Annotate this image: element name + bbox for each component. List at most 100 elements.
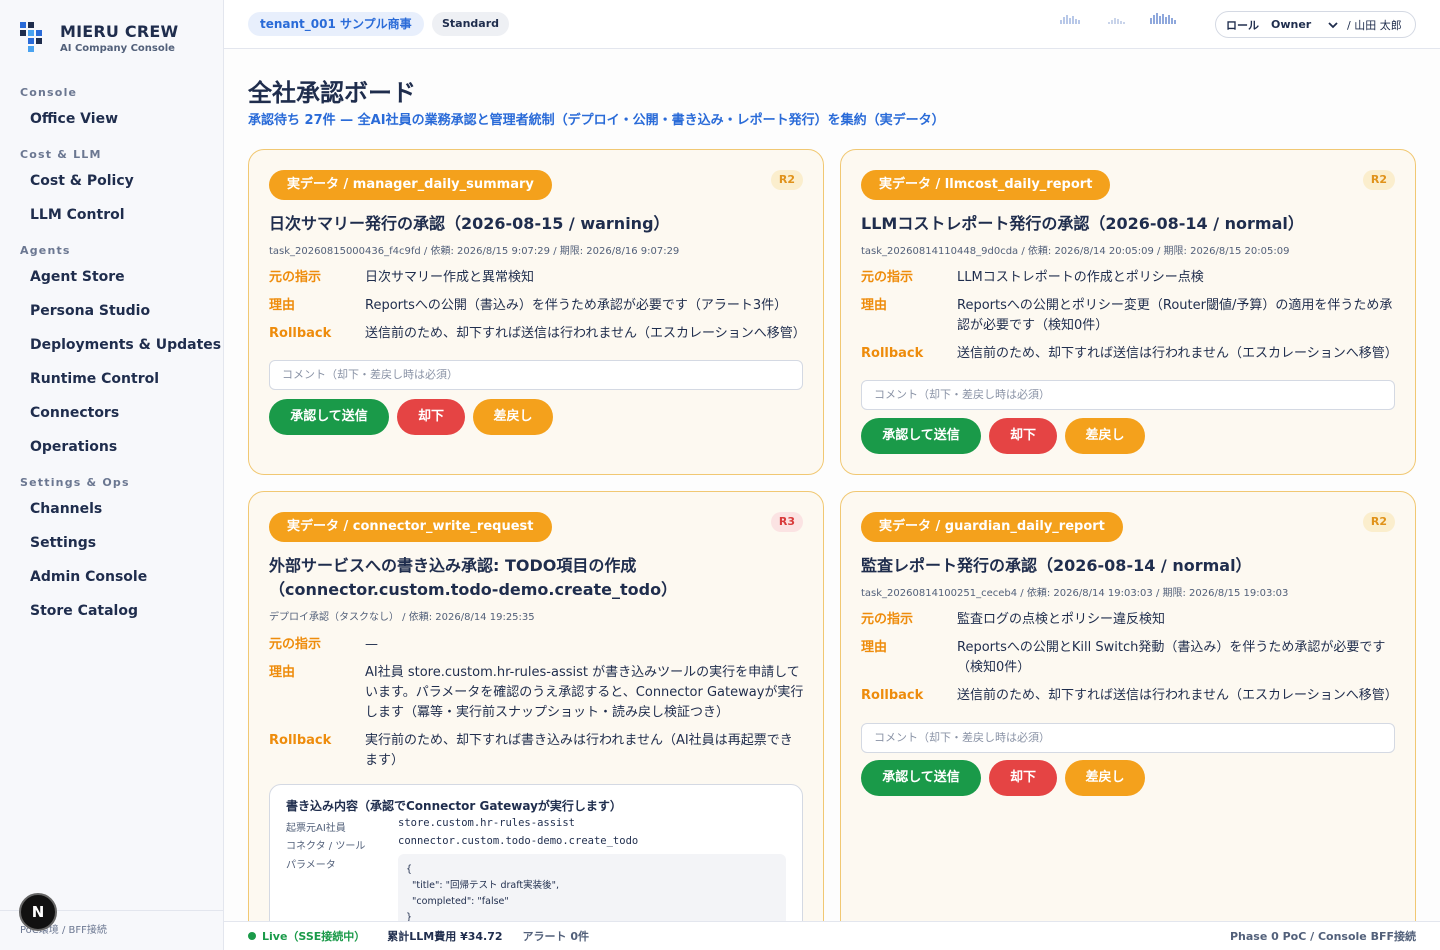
rollback-value: 実行前のため、却下すれば書き込みは行われません（AI社員は再起票できます） — [365, 733, 793, 768]
comment-input[interactable]: コメント（却下・差戻し時は必須） — [269, 360, 803, 390]
sidebar-item-cost-policy[interactable]: Cost & Policy — [0, 164, 223, 198]
card-title: 外部サービスへの書き込み承認: TODO項目の作成（connector.cust… — [269, 556, 678, 599]
return-button[interactable]: 差戻し — [1065, 760, 1145, 796]
sidebar-item-admin-console[interactable]: Admin Console — [0, 560, 223, 594]
instruction-value: — — [365, 637, 378, 652]
instruction-label: 元の指示 — [861, 270, 914, 285]
write-request-title: 書き込み内容（承認でConnector Gatewayが実行します） — [286, 799, 622, 813]
agent-value: store.custom.hr-rules-assist — [398, 817, 576, 829]
approve-button[interactable]: 承認して送信 — [861, 418, 981, 454]
live-status-dot-icon — [248, 932, 256, 940]
reject-button[interactable]: 却下 — [989, 418, 1057, 454]
sidebar-item-runtime-control[interactable]: Runtime Control — [0, 362, 223, 396]
return-button[interactable]: 差戻し — [473, 399, 553, 435]
card-details: 元の指示 日次サマリー作成と異常検知 理由 Reportsへの公開（書込み）を伴うた… — [269, 268, 806, 352]
reason-label: 理由 — [861, 640, 888, 655]
page-title: 全社承認ボード — [248, 79, 416, 107]
sidebar-item-persona-studio[interactable]: Persona Studio — [0, 294, 223, 328]
role-selector[interactable]: ロール Owner / 山田 太郎 — [1215, 11, 1416, 38]
reason-label: 理由 — [269, 298, 296, 313]
sidebar-item-operations[interactable]: Operations — [0, 430, 223, 464]
sidebar-item-channels[interactable]: Channels — [0, 492, 223, 526]
live-status: Live（SSE接続中） — [262, 930, 366, 943]
sidebar-item-agent-store[interactable]: Agent Store — [0, 260, 223, 294]
risk-badge: R3 — [770, 512, 803, 532]
card-meta: task_20260814110448_9d0cda / 依頼: 2026/8/… — [861, 246, 1290, 257]
sidebar-item-settings[interactable]: Settings — [0, 526, 223, 560]
brand-logo-icon — [20, 22, 42, 52]
reason-label: 理由 — [861, 298, 888, 313]
reject-button[interactable]: 却下 — [397, 399, 465, 435]
approve-button[interactable]: 承認して送信 — [861, 760, 981, 796]
card-actions: 承認して送信 却下 差戻し — [861, 760, 1153, 796]
instruction-label: 元の指示 — [269, 270, 322, 285]
sidebar-item-deployments-updates[interactable]: Deployments & Updates — [0, 328, 223, 362]
agent-label: 起票元AI社員 — [286, 823, 346, 834]
sidebar-item-store-catalog[interactable]: Store Catalog — [0, 594, 223, 628]
top-header: tenant_001 サンプル商事 Standard ロール Owner / 山… — [224, 0, 1440, 49]
chevron-down-icon[interactable] — [1327, 19, 1341, 31]
rollback-value: 送信前のため、却下すれば送信は行われません（エスカレーションへ移管） — [957, 346, 1398, 361]
activity-sparkline-icon — [1060, 15, 1080, 24]
instruction-value: 日次サマリー作成と異常検知 — [365, 270, 535, 285]
activity-sparkline-icon — [1108, 18, 1125, 24]
role-label: ロール — [1226, 18, 1259, 32]
risk-badge: R2 — [770, 170, 803, 190]
reason-value: Reportsへの公開（書込み）を伴うため承認が必要です（アラート3件） — [365, 298, 788, 313]
comment-input[interactable]: コメント（却下・差戻し時は必須） — [861, 723, 1395, 753]
dev-tools-badge[interactable]: N — [19, 893, 57, 931]
card-tag: 実データ / connector_write_request — [269, 512, 552, 542]
alert-count: アラート 0件 — [522, 930, 590, 943]
approval-card: 実データ / manager_daily_summary R2 日次サマリー発行… — [248, 149, 824, 475]
role-select[interactable]: Owner — [1271, 18, 1327, 31]
rollback-label: Rollback — [269, 733, 332, 748]
card-tag: 実データ / manager_daily_summary — [269, 170, 552, 200]
instruction-value: 監査ログの点検とポリシー違反検知 — [957, 612, 1166, 627]
card-meta: デプロイ承認（タスクなし） / 依頼: 2026/8/14 19:25:35 — [269, 612, 535, 623]
reason-value: Reportsへの公開とポリシー変更（Router閾値/予算）の適用を伴うため承… — [957, 298, 1393, 333]
return-button[interactable]: 差戻し — [1065, 418, 1145, 454]
card-title: 監査レポート発行の承認（2026-08-14 / normal） — [861, 556, 1252, 575]
card-title: 日次サマリー発行の承認（2026-08-15 / warning） — [269, 214, 670, 233]
write-request-box: 書き込み内容（承認でConnector Gatewayが実行します） 起票元AI… — [269, 784, 803, 921]
rollback-value: 送信前のため、却下すれば送信は行われません（エスカレーションへ移管） — [957, 688, 1398, 703]
brand-title: MIERU CREW — [60, 22, 179, 41]
nav-section-agents: Agents — [20, 244, 71, 257]
card-meta: task_20260814100251_ceceb4 / 依頼: 2026/8/… — [861, 588, 1289, 599]
current-user: / 山田 太郎 — [1347, 18, 1402, 32]
brand[interactable]: MIERU CREW AI Company Console — [20, 22, 178, 54]
risk-badge: R2 — [1362, 170, 1395, 190]
tool-value: connector.custom.todo-demo.create_todo — [398, 835, 639, 847]
sidebar-item-office-view[interactable]: Office View — [0, 102, 223, 136]
approval-card: 実データ / connector_write_request R3 外部サービス… — [248, 491, 824, 921]
activity-sparkline-icon — [1150, 13, 1176, 24]
sidebar-item-connectors[interactable]: Connectors — [0, 396, 223, 430]
reason-value: Reportsへの公開とKill Switch発動（書込み）を伴うため承認が必要… — [957, 640, 1386, 675]
card-tag: 実データ / guardian_daily_report — [861, 512, 1123, 542]
risk-badge: R2 — [1362, 512, 1395, 532]
card-actions: 承認して送信 却下 差戻し — [269, 399, 561, 435]
llm-cost-total: 累計LLM費用 ¥34.72 — [387, 930, 503, 943]
card-tag: 実データ / llmcost_daily_report — [861, 170, 1111, 200]
instruction-value: LLMコストレポートの作成とポリシー点検 — [957, 270, 1204, 285]
card-details: 元の指示 監査ログの点検とポリシー違反検知 理由 Reportsへの公開とKill … — [861, 610, 1398, 714]
card-actions: 承認して送信 却下 差戻し — [861, 418, 1153, 454]
reject-button[interactable]: 却下 — [989, 760, 1057, 796]
sidebar-nav: Console Office View Cost & LLM Cost & Po… — [0, 84, 223, 628]
instruction-label: 元の指示 — [861, 612, 914, 627]
page-subtitle: 承認待ち 27件 — 全AI社員の業務承認と管理者統制（デプロイ・公開・書き込み… — [248, 113, 945, 128]
nav-section-console: Console — [20, 86, 78, 99]
phase-info: Phase 0 PoC / Console BFF接続 — [1229, 930, 1416, 943]
tenant-chip[interactable]: tenant_001 サンプル商事 — [248, 12, 424, 36]
reason-value: AI社員 store.custom.hr-rules-assist が書き込みツ… — [365, 665, 804, 720]
rollback-label: Rollback — [861, 688, 924, 703]
card-meta: task_20260815000436_f4c9fd / 依頼: 2026/8/… — [269, 246, 680, 257]
sidebar-item-llm-control[interactable]: LLM Control — [0, 198, 223, 232]
comment-input[interactable]: コメント（却下・差戻し時は必須） — [861, 380, 1395, 410]
approve-button[interactable]: 承認して送信 — [269, 399, 389, 435]
plan-badge: Standard — [432, 12, 510, 36]
main-content: 全社承認ボード 承認待ち 27件 — 全AI社員の業務承認と管理者統制（デプロイ… — [224, 49, 1440, 921]
nav-section-cost-llm: Cost & LLM — [20, 148, 102, 161]
approval-card: 実データ / guardian_daily_report R2 監査レポート発行… — [840, 491, 1416, 921]
card-title: LLMコストレポート発行の承認（2026-08-14 / normal） — [861, 214, 1304, 233]
